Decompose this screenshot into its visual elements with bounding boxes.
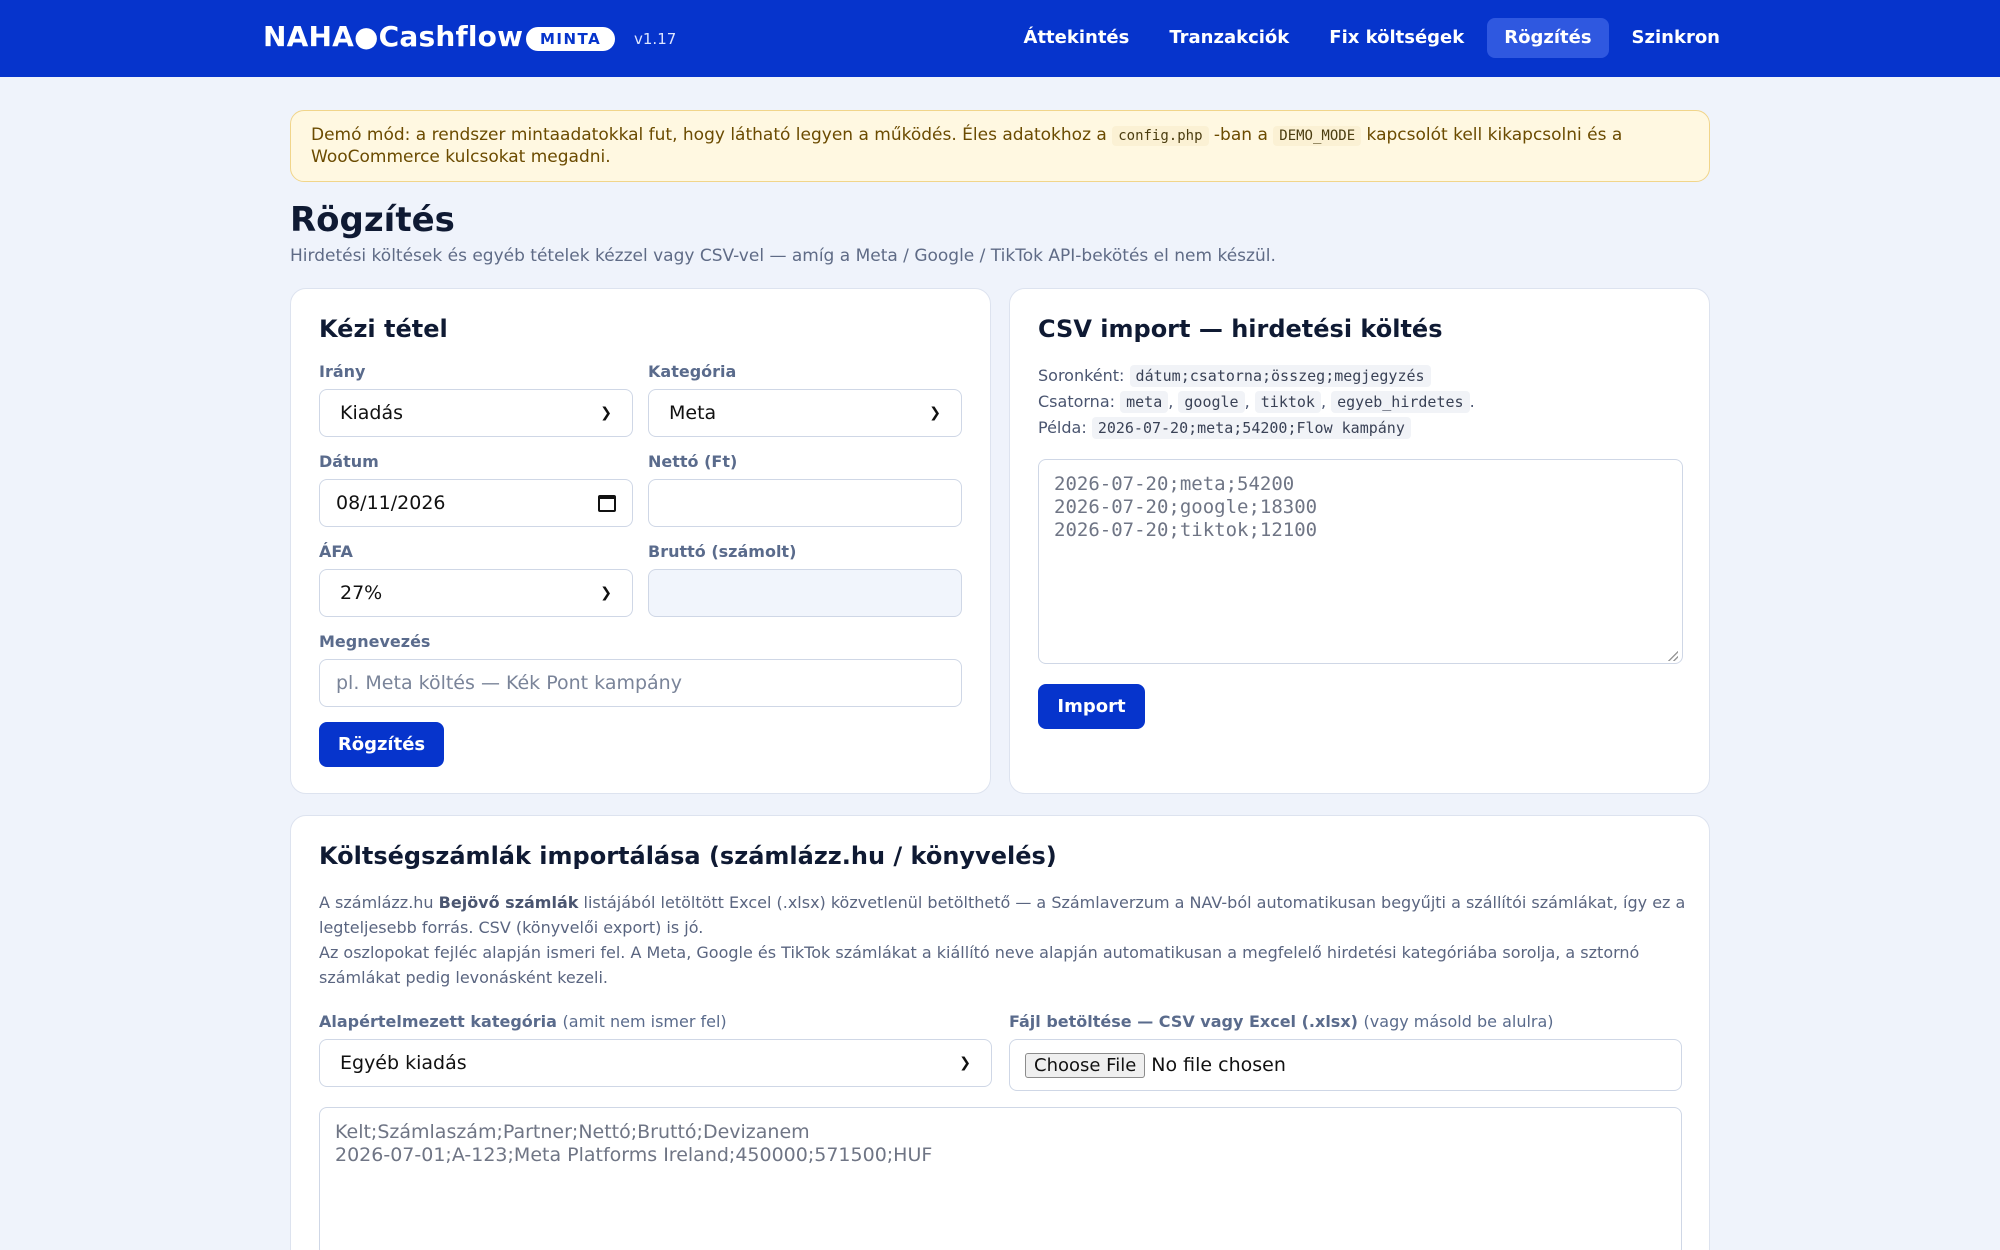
- example-label: Példa:: [1038, 418, 1087, 437]
- row-format-code: dátum;csatorna;összeg;megjegyzés: [1129, 365, 1431, 387]
- manual-entry-title: Kézi tétel: [319, 315, 448, 343]
- nav-item-sync[interactable]: Szinkron: [1615, 18, 1737, 58]
- notice-text: -ban a: [1208, 125, 1274, 145]
- direction-label: Irány: [319, 362, 366, 381]
- notice-code-demo-mode: DEMO_MODE: [1273, 126, 1362, 146]
- channel-code: meta: [1120, 391, 1169, 413]
- resize-handle-icon[interactable]: [1668, 651, 1678, 661]
- desc-emphasis: Bejövő számlák: [438, 893, 579, 912]
- invoice-import-card: Költségszámlák importálása (számlázz.hu …: [290, 815, 1710, 1250]
- chevron-down-icon: ❯: [600, 585, 612, 601]
- category-value: Meta: [669, 402, 717, 424]
- example-code: 2026-07-20;meta;54200;Flow kampány: [1091, 417, 1411, 439]
- file-upload-label: Fájl betöltése — CSV vagy Excel (.xlsx) …: [1009, 1012, 1554, 1031]
- chevron-down-icon: ❯: [929, 405, 941, 421]
- nav-item-fixed-costs[interactable]: Fix költségek: [1312, 18, 1481, 58]
- nav-item-record[interactable]: Rögzítés: [1487, 18, 1609, 58]
- nav-item-overview[interactable]: Áttekintés: [1007, 18, 1147, 58]
- chevron-down-icon: ❯: [600, 405, 612, 421]
- channel-code: tiktok: [1254, 391, 1321, 413]
- default-category-select[interactable]: Egyéb kiadás ❯: [319, 1039, 992, 1087]
- file-upload-hint: (vagy másold be alulra): [1363, 1012, 1554, 1031]
- name-label: Megnevezés: [319, 632, 431, 651]
- brand-logo[interactable]: NAHA●Cashflow: [263, 20, 523, 53]
- date-input[interactable]: 08/11/2026: [319, 479, 633, 527]
- chevron-down-icon: ❯: [959, 1055, 971, 1071]
- manual-entry-card: Kézi tétel Irány Kiadás ❯ Kategória Meta…: [290, 288, 991, 794]
- demo-badge: MINTA: [526, 27, 616, 51]
- invoice-import-description: A számlázz.hu Bejövő számlák listájából …: [319, 890, 1689, 990]
- csv-format-hint: Soronként: dátum;csatorna;összeg;megjegy…: [1038, 365, 1475, 439]
- category-select[interactable]: Meta ❯: [648, 389, 962, 437]
- default-category-label: Alapértelmezett kategória (amit nem isme…: [319, 1012, 727, 1031]
- file-upload-input[interactable]: Choose File No file chosen: [1009, 1039, 1682, 1091]
- main-nav: Áttekintés Tranzakciók Fix költségek Rög…: [1007, 18, 1737, 58]
- nav-item-transactions[interactable]: Tranzakciók: [1152, 18, 1306, 58]
- channel-label: Csatorna:: [1038, 392, 1116, 411]
- file-status: No file chosen: [1151, 1054, 1286, 1076]
- csv-import-title: CSV import — hirdetési költés: [1038, 315, 1443, 343]
- vat-label: ÁFA: [319, 542, 353, 561]
- row-format-label: Soronként:: [1038, 366, 1125, 385]
- csv-import-card: CSV import — hirdetési költés Soronként:…: [1009, 288, 1710, 794]
- file-upload-label-text: Fájl betöltése — CSV vagy Excel (.xlsx): [1009, 1012, 1358, 1031]
- invoice-import-title: Költségszámlák importálása (számlázz.hu …: [319, 842, 1057, 870]
- gross-amount-output: [648, 569, 962, 617]
- vat-select[interactable]: 27% ❯: [319, 569, 633, 617]
- name-input[interactable]: pl. Meta költés — Kék Pont kampány: [319, 659, 962, 707]
- net-label: Nettó (Ft): [648, 452, 738, 471]
- version-label: v1.17: [634, 30, 677, 48]
- page-subtitle: Hirdetési költések és egyéb tételek kézz…: [290, 246, 1276, 266]
- channel-code: google: [1178, 391, 1245, 413]
- channel-code: egyeb_hirdetes: [1331, 391, 1470, 413]
- default-category-value: Egyéb kiadás: [340, 1052, 467, 1074]
- category-label: Kategória: [648, 362, 737, 381]
- direction-select[interactable]: Kiadás ❯: [319, 389, 633, 437]
- top-bar: NAHA●Cashflow MINTA v1.17 Áttekintés Tra…: [0, 0, 2000, 77]
- direction-value: Kiadás: [340, 402, 403, 424]
- csv-textarea[interactable]: 2026-07-20;meta;54200 2026-07-20;google;…: [1038, 459, 1683, 664]
- desc-text: Az oszlopokat fejléc alapján ismeri fel.…: [319, 943, 1640, 987]
- desc-text: A számlázz.hu: [319, 893, 439, 912]
- notice-text: Demó mód: a rendszer mintaadatokkal fut,…: [311, 125, 1113, 145]
- page-title: Rögzítés: [290, 200, 455, 240]
- import-button[interactable]: Import: [1038, 684, 1145, 729]
- default-category-label-text: Alapértelmezett kategória: [319, 1012, 557, 1031]
- vat-value: 27%: [340, 582, 383, 604]
- date-value: 08/11/2026: [336, 492, 446, 514]
- gross-label: Bruttó (számolt): [648, 542, 797, 561]
- record-button[interactable]: Rögzítés: [319, 722, 444, 767]
- invoice-paste-textarea[interactable]: Kelt;Számlaszám;Partner;Nettó;Bruttó;Dev…: [319, 1107, 1682, 1250]
- notice-code-config: config.php: [1112, 126, 1209, 146]
- date-label: Dátum: [319, 452, 379, 471]
- demo-notice: Demó mód: a rendszer mintaadatokkal fut,…: [290, 110, 1710, 182]
- net-amount-input[interactable]: [648, 479, 962, 527]
- choose-file-button[interactable]: Choose File: [1025, 1052, 1146, 1078]
- default-category-hint: (amit nem ismer fel): [562, 1012, 727, 1031]
- calendar-icon[interactable]: [598, 494, 616, 512]
